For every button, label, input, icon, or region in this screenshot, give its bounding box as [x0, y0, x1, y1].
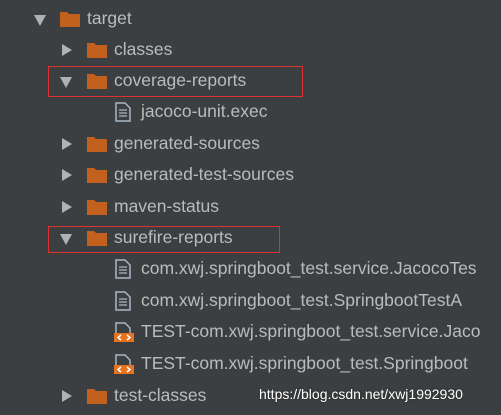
- highlight-box-surefire-reports: [48, 226, 280, 253]
- xml-file-icon: [114, 322, 134, 342]
- file-icon: [115, 291, 135, 311]
- tree-item-jacoco-test-xml[interactable]: TEST-com.xwj.springboot_test.service.Jac…: [0, 317, 501, 348]
- tree-item-generated-test-sources[interactable]: generated-test-sources: [0, 160, 501, 191]
- tree-item-maven-status[interactable]: maven-status: [0, 192, 501, 223]
- tree-item-springboot-test-report[interactable]: com.xwj.springboot_test.SpringbootTestA: [0, 286, 501, 317]
- tree-item-label: target: [87, 8, 132, 28]
- tree-item-label: com.xwj.springboot_test.SpringbootTestA: [141, 290, 462, 310]
- file-icon: [115, 259, 135, 279]
- tree-item-label: test-classes: [114, 385, 207, 405]
- tree-item-label: com.xwj.springboot_test.service.JacocoTe…: [141, 258, 477, 278]
- tree-item-label: TEST-com.xwj.springboot_test.service.Jac…: [141, 321, 481, 341]
- expand-arrow-icon[interactable]: [34, 15, 46, 26]
- collapse-arrow-icon[interactable]: [62, 138, 72, 150]
- tree-item-classes[interactable]: classes: [0, 35, 501, 66]
- tree-item-jacoco-test-report[interactable]: com.xwj.springboot_test.service.JacocoTe…: [0, 254, 501, 285]
- tree-item-label: generated-test-sources: [114, 164, 294, 184]
- tree-item-springboot-test-xml[interactable]: TEST-com.xwj.springboot_test.Springboot: [0, 349, 501, 380]
- file-icon: [115, 102, 135, 122]
- tree-item-generated-sources[interactable]: generated-sources: [0, 129, 501, 160]
- tree-item-label: generated-sources: [114, 133, 260, 153]
- folder-icon: [60, 11, 80, 27]
- highlight-box-coverage-reports: [48, 66, 303, 97]
- xml-file-icon: [114, 354, 134, 374]
- folder-icon: [87, 388, 107, 404]
- folder-icon: [87, 167, 107, 183]
- collapse-arrow-icon[interactable]: [62, 201, 72, 213]
- tree-item-label: classes: [114, 39, 173, 59]
- folder-icon: [87, 199, 107, 215]
- tree-item-target[interactable]: target: [0, 4, 501, 35]
- tree-item-label: maven-status: [114, 196, 220, 216]
- collapse-arrow-icon[interactable]: [62, 44, 72, 56]
- folder-icon: [87, 42, 107, 58]
- tree-item-label: TEST-com.xwj.springboot_test.Springboot: [141, 353, 468, 373]
- tree-item-jacoco-unit-exec[interactable]: jacoco-unit.exec: [0, 97, 501, 128]
- watermark-text: https://blog.csdn.net/xwj1992930: [259, 386, 463, 402]
- collapse-arrow-icon[interactable]: [62, 169, 72, 181]
- tree-item-label: jacoco-unit.exec: [141, 101, 268, 121]
- collapse-arrow-icon[interactable]: [62, 390, 72, 402]
- project-tree: target classes coverage-reports jacoco-u…: [0, 0, 501, 415]
- folder-icon: [87, 136, 107, 152]
